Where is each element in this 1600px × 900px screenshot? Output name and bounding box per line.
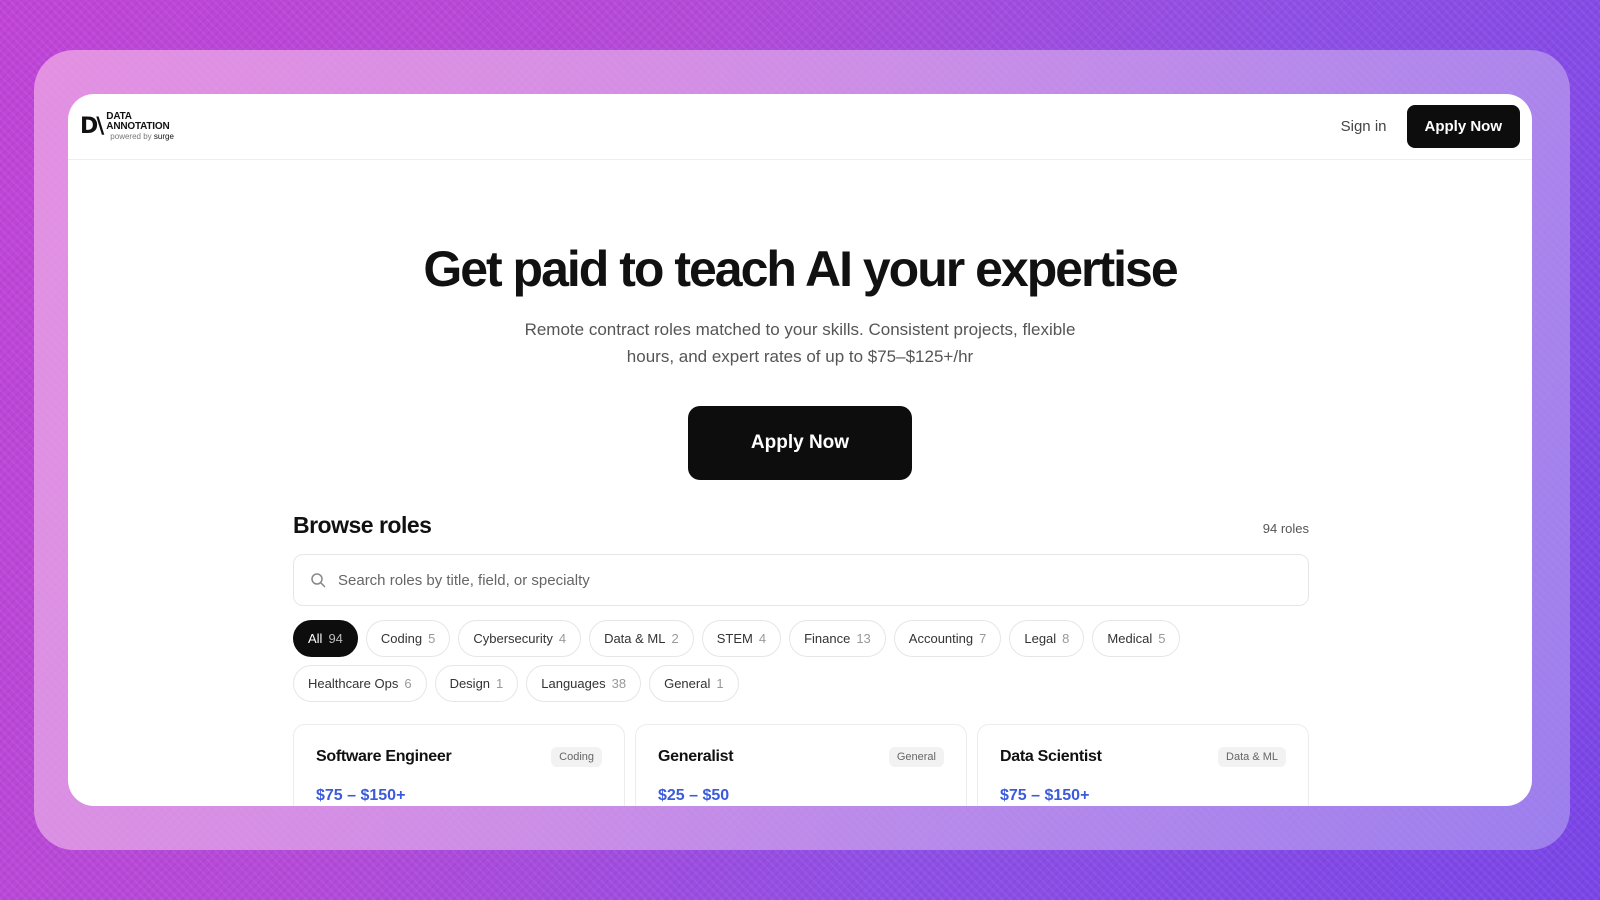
hero-title: Get paid to teach AI your expertise xyxy=(423,241,1178,297)
filter-chip-finance[interactable]: Finance 13 xyxy=(789,620,886,657)
filter-chip-label: Accounting xyxy=(908,631,974,646)
brand-logo[interactable]: D\ DATA ANNOTATION powered by surge xyxy=(80,110,174,142)
filter-chip-label: Design xyxy=(449,676,491,691)
role-card[interactable]: Generalist General $25 – $50 xyxy=(635,724,967,806)
filter-chip-legal[interactable]: Legal 8 xyxy=(1009,620,1085,657)
filter-chip-label: Finance xyxy=(804,631,851,646)
logo-mark-icon: D\ xyxy=(80,114,104,139)
filter-chip-all[interactable]: All 94 xyxy=(293,620,358,657)
filter-chip-general[interactable]: General 1 xyxy=(649,665,739,702)
filter-chips: All 94 Coding 5 Cybersecurity 4 Data & ML 2 STEM… xyxy=(293,620,1213,702)
page-window: D\ DATA ANNOTATION powered by surge Sign… xyxy=(68,94,1532,806)
logo-line-2: ANNOTATION xyxy=(106,120,170,132)
role-card[interactable]: Software Engineer Coding $75 – $150+ xyxy=(293,724,625,806)
filter-chip-label: All xyxy=(308,631,323,646)
role-pay-rate: $25 – $50 xyxy=(658,787,730,804)
roles-count: 94 roles xyxy=(1262,521,1309,536)
filter-chip-label: STEM xyxy=(716,631,753,646)
filter-chip-count: 1 xyxy=(716,676,724,691)
filter-chip-healthcare-ops[interactable]: Healthcare Ops 6 xyxy=(293,665,427,702)
filter-chip-count: 7 xyxy=(979,631,987,646)
hero-subtitle: Remote contract roles matched to your sk… xyxy=(524,320,1076,366)
filter-chip-count: 13 xyxy=(856,631,871,646)
hero-apply-button[interactable]: Apply Now xyxy=(688,406,912,480)
hero-section: Get paid to teach AI your expertise Remo… xyxy=(68,240,1532,480)
filter-chip-coding[interactable]: Coding 5 xyxy=(365,620,451,657)
filter-chip-label: Medical xyxy=(1107,631,1153,646)
role-card-header: Data Scientist Data & ML xyxy=(1000,747,1286,767)
role-category-tag: Data & ML xyxy=(1218,747,1286,767)
filter-chip-label: Cybersecurity xyxy=(473,631,553,646)
search-icon xyxy=(311,573,326,588)
filter-chip-count: 6 xyxy=(404,676,412,691)
browse-title: Browse roles xyxy=(293,512,432,538)
role-card[interactable]: Data Scientist Data & ML $75 – $150+ xyxy=(977,724,1309,806)
role-title: Software Engineer xyxy=(316,748,452,765)
filter-chip-count: 2 xyxy=(671,631,679,646)
logo-text: DATA ANNOTATION powered by surge xyxy=(106,110,174,142)
filter-chip-languages[interactable]: Languages 38 xyxy=(526,665,642,702)
filter-chip-accounting[interactable]: Accounting 7 xyxy=(893,620,1002,657)
filter-chip-label: Languages xyxy=(541,676,606,691)
sign-in-link[interactable]: Sign in xyxy=(1341,118,1387,135)
role-pay-rate: $75 – $150+ xyxy=(316,787,406,804)
logo-line-1: DATA xyxy=(106,110,132,122)
filter-chip-data-ml[interactable]: Data & ML 2 xyxy=(589,620,694,657)
role-card-header: Software Engineer Coding xyxy=(316,747,602,767)
filter-chip-count: 8 xyxy=(1062,631,1070,646)
filter-chip-count: 94 xyxy=(328,631,343,646)
role-category-tag: General xyxy=(888,747,944,767)
nav-actions: Sign in Apply Now xyxy=(1341,105,1520,148)
filter-chip-label: Data & ML xyxy=(604,631,666,646)
role-cards: Software Engineer Coding $75 – $150+ Genera… xyxy=(293,724,1309,806)
search-bar[interactable] xyxy=(293,554,1309,606)
filter-chip-count: 38 xyxy=(611,676,627,691)
browse-roles-section: Browse roles 94 roles All 94 Coding 5 Cybers… xyxy=(293,512,1309,806)
filter-chip-count: 1 xyxy=(496,676,504,691)
navbar: D\ DATA ANNOTATION powered by surge Sign… xyxy=(68,94,1532,160)
filter-chip-label: Healthcare Ops xyxy=(308,676,399,691)
browse-header: Browse roles 94 roles xyxy=(293,512,1309,539)
filter-chip-count: 5 xyxy=(1158,631,1166,646)
filter-chip-medical[interactable]: Medical 5 xyxy=(1092,620,1181,657)
logo-powered-by: powered by surge xyxy=(110,132,174,142)
filter-chip-count: 5 xyxy=(428,631,436,646)
role-title: Generalist xyxy=(658,748,734,765)
filter-chip-label: Legal xyxy=(1024,631,1057,646)
role-title: Data Scientist xyxy=(1000,748,1102,765)
filter-chip-stem[interactable]: STEM 4 xyxy=(701,620,782,657)
powered-by-text: powered by xyxy=(110,131,152,141)
filter-chip-cybersecurity[interactable]: Cybersecurity 4 xyxy=(458,620,582,657)
role-pay-rate: $75 – $150+ xyxy=(1000,787,1090,804)
filter-chip-design[interactable]: Design 1 xyxy=(434,665,519,702)
filter-chip-count: 4 xyxy=(558,631,567,646)
filter-chip-count: 4 xyxy=(758,631,767,646)
nav-apply-button[interactable]: Apply Now xyxy=(1406,105,1520,148)
filter-chip-label: General xyxy=(664,676,711,691)
role-card-header: Generalist General xyxy=(658,747,944,767)
role-category-tag: Coding xyxy=(551,747,602,767)
filter-chip-label: Coding xyxy=(380,631,423,646)
search-input[interactable] xyxy=(338,571,1292,589)
surge-text: surge xyxy=(153,131,174,141)
